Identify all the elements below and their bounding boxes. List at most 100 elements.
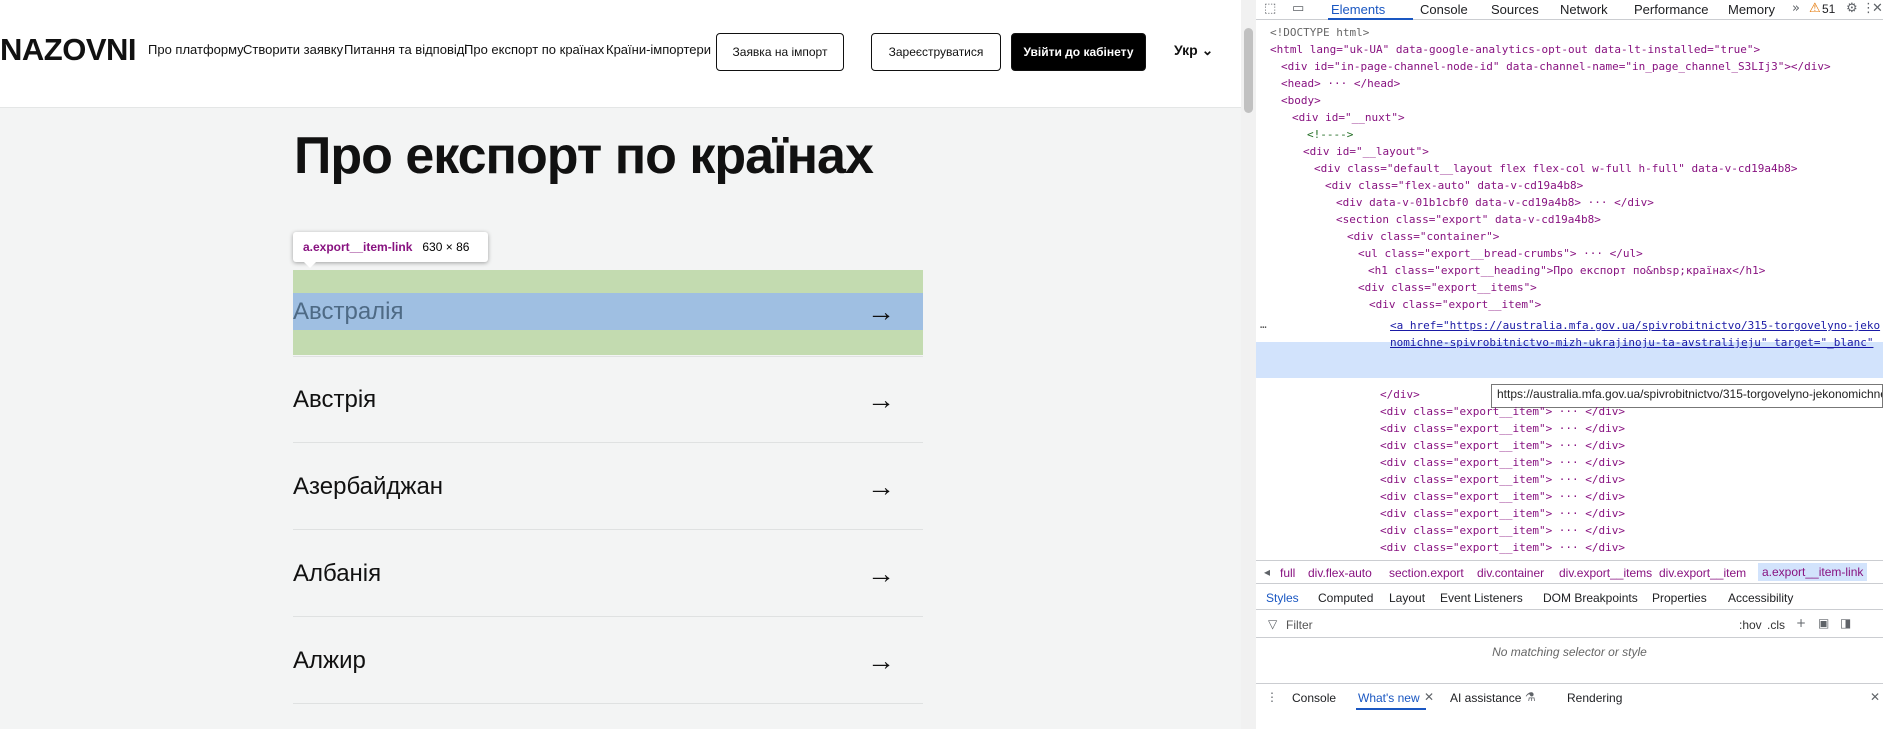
country-item[interactable]: Алжир → xyxy=(293,617,923,704)
dom-line[interactable]: <div class="export__item"> ··· </div> xyxy=(1380,524,1625,537)
more-tabs-icon[interactable]: » xyxy=(1792,1,1800,16)
import-request-button[interactable]: Заявка на імпорт xyxy=(716,33,844,71)
tab-memory[interactable]: Memory xyxy=(1728,2,1775,17)
dom-line[interactable]: <div id="__layout"> xyxy=(1303,145,1429,158)
computed-sidebar-icon[interactable]: ◨ xyxy=(1840,616,1851,630)
tab-network[interactable]: Network xyxy=(1560,2,1608,17)
toggle-element-state-icon[interactable]: ▣ xyxy=(1818,616,1829,630)
filter-icon: ▽ xyxy=(1268,617,1278,631)
breadcrumb-item-active[interactable]: a.export__item-link xyxy=(1758,563,1868,581)
filter-input[interactable]: Filter xyxy=(1286,618,1313,632)
dom-line[interactable]: <div class="export__items"> xyxy=(1358,281,1537,294)
dom-line[interactable]: <div class="export__item"> ··· </div> xyxy=(1380,473,1625,486)
tab-computed[interactable]: Computed xyxy=(1318,591,1373,605)
flask-icon: ⚗ xyxy=(1525,690,1536,704)
page-title: Про експорт по країнах xyxy=(294,127,874,185)
nav-importer-countries[interactable]: Країни-імпортери xyxy=(606,42,711,57)
chevron-down-icon: ⌄ xyxy=(1201,42,1214,58)
dom-line[interactable]: <ul class="export__bread-crumbs"> ··· </… xyxy=(1358,247,1643,260)
drawer-tab-ai-assistance[interactable]: AI assistance xyxy=(1450,691,1521,705)
dom-line[interactable]: <h1 class="export__heading">Про експорт … xyxy=(1368,264,1765,277)
dom-line[interactable]: <!----> xyxy=(1307,128,1353,141)
dom-line[interactable]: <html lang="uk-UA" data-google-analytics… xyxy=(1270,43,1760,56)
selected-node-line[interactable]: nomichne-spivrobitnictvo-mizh-ukrajinoju… xyxy=(1390,336,1873,349)
selected-node-line[interactable]: <a href="https://australia.mfa.gov.ua/sp… xyxy=(1390,319,1880,332)
dom-line[interactable]: <div class="export__item"> ··· </div> xyxy=(1380,541,1625,554)
country-item[interactable]: Азербайджан → xyxy=(293,443,923,530)
nav-faq[interactable]: Питання та відповіді xyxy=(344,42,467,57)
language-select[interactable]: Укр ⌄ xyxy=(1174,42,1213,59)
tab-performance[interactable]: Performance xyxy=(1634,2,1708,17)
dom-line[interactable]: <div class="export__item"> ··· </div> xyxy=(1380,422,1625,435)
tab-properties[interactable]: Properties xyxy=(1652,591,1707,605)
active-tab-indicator xyxy=(1328,18,1413,20)
new-style-rule-icon[interactable]: + xyxy=(1796,616,1806,630)
drawer-tab-console[interactable]: Console xyxy=(1292,691,1336,705)
nav-about[interactable]: Про платформу xyxy=(148,42,244,57)
dom-line[interactable]: <div class="export__item"> xyxy=(1369,298,1541,311)
dom-line[interactable]: <head> ··· </head> xyxy=(1281,77,1400,90)
tab-layout[interactable]: Layout xyxy=(1389,591,1425,605)
web-page: NAZOVNI Про платформу Створити заявку Пи… xyxy=(0,0,1241,729)
device-toggle-icon[interactable]: ▭ xyxy=(1292,1,1304,16)
country-item[interactable]: Австралія → xyxy=(293,270,923,357)
breadcrumb-item[interactable]: div.container xyxy=(1477,566,1544,580)
country-item[interactable]: Албанія → xyxy=(293,530,923,617)
dom-line[interactable]: <div class="export__item"> ··· </div> xyxy=(1380,456,1625,469)
country-item[interactable]: Австрія → xyxy=(293,356,923,443)
dom-line[interactable]: <div class="export__item"> ··· </div> xyxy=(1380,490,1625,503)
settings-icon[interactable]: ⚙ xyxy=(1846,1,1858,16)
dom-line[interactable]: <div data-v-01b1cbf0 data-v-cd19a4b8> ··… xyxy=(1336,196,1654,209)
tab-console[interactable]: Console xyxy=(1420,2,1468,17)
chevron-left-icon[interactable]: ◂ xyxy=(1264,565,1270,579)
close-icon[interactable]: ✕ xyxy=(1872,1,1883,16)
dom-line[interactable]: <div class="export__item"> ··· </div> xyxy=(1380,405,1625,418)
tooltip-pointer xyxy=(303,261,317,268)
tab-event-listeners[interactable]: Event Listeners xyxy=(1440,591,1523,605)
site-logo[interactable]: NAZOVNI xyxy=(0,32,137,68)
dom-line[interactable]: <div class="default__layout flex flex-co… xyxy=(1314,162,1797,175)
dom-line[interactable]: <div id="__nuxt"> xyxy=(1292,111,1405,124)
drawer-tab-whats-new[interactable]: What's new xyxy=(1358,691,1420,705)
breadcrumb-item[interactable]: div.export__item xyxy=(1659,566,1746,580)
breadcrumb-item[interactable]: full xyxy=(1280,566,1295,580)
tab-dom-breakpoints[interactable]: DOM Breakpoints xyxy=(1543,591,1638,605)
hov-toggle[interactable]: :hov xyxy=(1739,618,1762,632)
dom-line[interactable]: <div class="flex-auto" data-v-cd19a4b8> xyxy=(1325,179,1583,192)
dom-line[interactable]: <section class="export" data-v-cd19a4b8> xyxy=(1336,213,1601,226)
breadcrumb: ◂ full div.flex-auto section.export div.… xyxy=(1256,560,1883,584)
tab-sources[interactable]: Sources xyxy=(1491,2,1539,17)
close-drawer-icon[interactable]: ✕ xyxy=(1870,690,1880,704)
dom-line[interactable]: <!DOCTYPE html> xyxy=(1270,26,1369,39)
dom-tree: <!DOCTYPE html> <html lang="uk-UA" data-… xyxy=(1256,24,1883,554)
breadcrumb-item[interactable]: div.flex-auto xyxy=(1308,566,1372,580)
styles-filter-bar: ▽ Filter :hov .cls + ▣ ◨ xyxy=(1256,612,1883,638)
dom-line[interactable]: <div class="export__item"> ··· </div> xyxy=(1380,507,1625,520)
tab-elements[interactable]: Elements xyxy=(1331,2,1385,17)
breadcrumb-item[interactable]: div.export__items xyxy=(1559,566,1652,580)
styles-subtabs: Styles Computed Layout Event Listeners D… xyxy=(1256,586,1883,610)
nav-create-request[interactable]: Створити заявку xyxy=(243,42,343,57)
breadcrumb-item[interactable]: section.export xyxy=(1389,566,1464,580)
close-icon[interactable]: ✕ xyxy=(1424,690,1434,704)
cls-toggle[interactable]: .cls xyxy=(1767,618,1785,632)
tab-styles[interactable]: Styles xyxy=(1266,591,1299,605)
dom-line[interactable]: <div class="export__item"> ··· </div> xyxy=(1380,439,1625,452)
dom-line[interactable]: <body> xyxy=(1281,94,1321,107)
devtools-drawer: ⋮ Console What's new ✕ AI assistance ⚗ R… xyxy=(1256,683,1883,729)
drawer-tab-rendering[interactable]: Rendering xyxy=(1567,691,1622,705)
dom-line[interactable]: </div> xyxy=(1380,388,1420,401)
arrow-right-icon: → xyxy=(867,645,895,676)
drawer-menu-icon[interactable]: ⋮ xyxy=(1266,690,1278,704)
register-button[interactable]: Зареєструватися xyxy=(871,33,1001,71)
warning-icon[interactable]: ⚠ xyxy=(1809,1,1821,16)
inspect-icon[interactable]: ⬚ xyxy=(1264,1,1276,16)
page-scrollbar[interactable] xyxy=(1241,0,1256,729)
nav-export-by-country[interactable]: Про експорт по країнах xyxy=(464,42,604,57)
node-menu-icon[interactable]: … xyxy=(1260,318,1267,331)
dom-line[interactable]: <div id="in-page-channel-node-id" data-c… xyxy=(1281,60,1831,73)
tab-accessibility[interactable]: Accessibility xyxy=(1728,591,1793,605)
login-button[interactable]: Увійти до кабінету xyxy=(1011,33,1146,71)
dom-line[interactable]: <div class="container"> xyxy=(1347,230,1499,243)
scrollbar-thumb[interactable] xyxy=(1244,28,1253,113)
